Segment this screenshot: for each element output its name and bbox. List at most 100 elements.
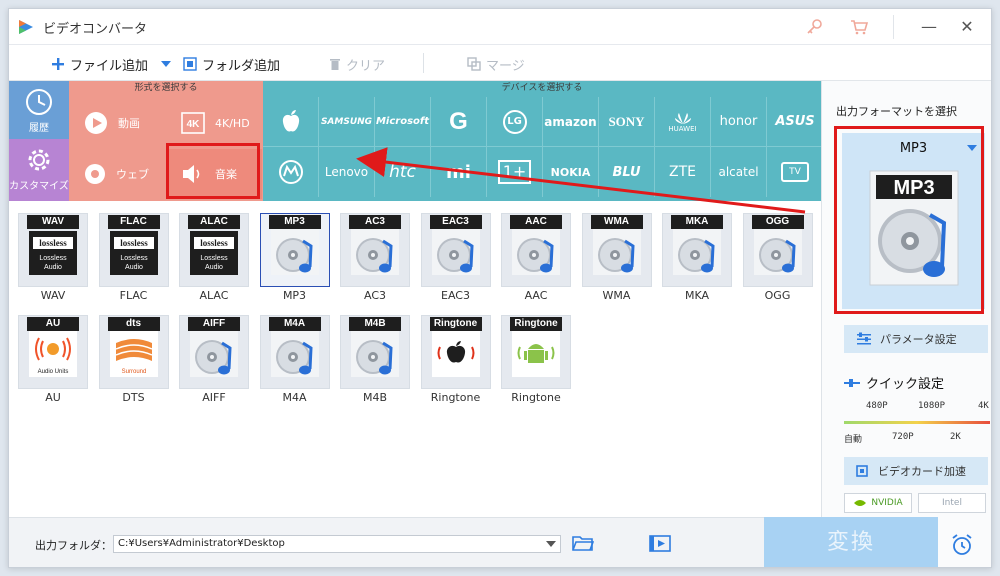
device-honor[interactable]: honor [711, 97, 767, 147]
format-badge: OGG [751, 215, 804, 229]
format-tile-m4b[interactable]: M4B M4B [339, 311, 411, 407]
app-title: ビデオコンバータ [43, 22, 148, 37]
device-header-label: デバイスを選択する [501, 83, 583, 93]
device-huawei[interactable]: HUAWEI [655, 97, 711, 147]
format-badge: M4B [349, 317, 401, 331]
cart-icon[interactable] [849, 17, 869, 37]
format-tile-m4a[interactable]: M4A M4A [259, 311, 331, 407]
device-apple[interactable] [263, 97, 319, 147]
tab-4k-hd[interactable]: 4K 4K/HD [169, 98, 262, 148]
clear-button[interactable]: クリア [329, 54, 385, 74]
device-sony[interactable]: SONY [599, 97, 655, 147]
format-caption: WMA [602, 289, 631, 302]
parameter-settings-label: パラメータ設定 [880, 333, 957, 346]
custom-button[interactable]: カスタマイズ [9, 139, 69, 201]
device-tv[interactable]: TV [767, 147, 823, 197]
device-microsoft[interactable]: Microsoft [375, 97, 431, 147]
output-folder-input[interactable]: C:¥Users¥Administrator¥Desktop [113, 535, 561, 553]
format-android-icon [510, 331, 562, 379]
huawei-icon [674, 112, 691, 124]
svg-text:Lossless: Lossless [200, 255, 228, 262]
format-tile-aac[interactable]: AAC AAC [500, 209, 572, 305]
device-motorola[interactable] [263, 147, 319, 197]
output-format-title: 出力フォーマットを選択 [836, 105, 957, 118]
device-lenovo[interactable]: Lenovo [319, 147, 375, 197]
svg-text:Audio: Audio [205, 264, 223, 271]
tab-web[interactable]: ウェブ [72, 149, 165, 199]
format-tile-wav[interactable]: WAV lossless Lossless Audio WAV [17, 209, 89, 305]
svg-text:Audio: Audio [125, 264, 143, 271]
tab-video[interactable]: 動画 [72, 98, 165, 148]
gpu-acceleration-button[interactable]: ビデオカード加速 [844, 457, 988, 485]
folder-open-icon[interactable] [572, 533, 594, 553]
device-amazon-label: amazon [544, 114, 597, 129]
device-htc[interactable]: htc [375, 147, 431, 197]
add-file-dropdown[interactable] [161, 54, 171, 74]
format-badge: M4A [268, 317, 321, 331]
add-folder-button[interactable]: フォルダ追加 [183, 54, 280, 74]
format-disc-icon [430, 229, 482, 277]
convert-button[interactable]: 変換 [764, 517, 938, 567]
merge-button[interactable]: マージ [467, 54, 525, 74]
format-tile-dts[interactable]: dts Surround DTS [98, 311, 170, 407]
format-badge: WAV [27, 215, 79, 229]
format-caption: FLAC [119, 289, 148, 302]
parameter-settings-button[interactable]: パラメータ設定 [844, 325, 988, 353]
slider-icon [844, 378, 860, 387]
format-tile-mp3[interactable]: MP3 MP3 [259, 209, 331, 305]
format-tile-ringtone[interactable]: Ringtone Ringtone [500, 311, 572, 407]
device-amazon[interactable]: amazon [543, 97, 599, 147]
format-tile-ac3[interactable]: AC3 AC3 [339, 209, 411, 305]
video-folder-icon[interactable] [649, 533, 671, 553]
toolbar: ファイル追加 フォルダ追加 クリア マージ [9, 45, 991, 81]
key-icon[interactable] [804, 17, 824, 37]
device-asus[interactable]: ASUS [767, 97, 823, 147]
intel-toggle[interactable]: Intel [918, 493, 986, 513]
quick-settings: クイック設定 [844, 373, 944, 392]
app-window: ビデオコンバータ — ✕ ファイル追加 フォルダ追加 クリア マージ 履歴 カス… [8, 8, 992, 568]
device-panel: デバイスを選択する SAMSUNG Microsoft G LG amazon … [263, 81, 823, 201]
format-tile-ogg[interactable]: OGG OGG [742, 209, 814, 305]
chevron-down-icon[interactable] [546, 541, 556, 547]
format-caption: MKA [684, 289, 710, 302]
format-tile-aiff[interactable]: AIFF AIFF [178, 311, 250, 407]
device-oneplus-label: 1+ [497, 160, 532, 184]
device-lg[interactable]: LG [487, 97, 543, 147]
device-google[interactable]: G [431, 97, 487, 147]
format-lossless-icon: lossless Lossless Audio [108, 229, 160, 277]
format-tile-mka[interactable]: MKA MKA [661, 209, 733, 305]
format-tile-au[interactable]: AU Audio Units AU [17, 311, 89, 407]
device-oneplus[interactable]: 1+ [487, 147, 543, 197]
device-alcatel[interactable]: alcatel [711, 147, 767, 197]
history-button[interactable]: 履歴 [9, 81, 69, 139]
device-mi[interactable]: mi [431, 147, 487, 197]
device-nokia[interactable]: NOKIA [543, 147, 599, 197]
history-label: 履歴 [29, 123, 49, 134]
device-blu[interactable]: BLU [599, 147, 655, 197]
format-tile-alac[interactable]: ALAC lossless Lossless Audio ALAC [178, 209, 250, 305]
convert-label: 変換 [826, 530, 875, 555]
format-tile-eac3[interactable]: EAC3 EAC3 [420, 209, 492, 305]
device-honor-label: honor [719, 114, 758, 129]
format-tile-flac[interactable]: FLAC lossless Lossless Audio FLAC [98, 209, 170, 305]
device-nokia-label: NOKIA [550, 165, 591, 179]
svg-text:lossless: lossless [200, 238, 228, 248]
format-caption: OGG [764, 289, 791, 302]
device-sony-label: SONY [608, 113, 645, 129]
nvidia-toggle[interactable]: NVIDIA [844, 493, 912, 513]
minimize-button[interactable]: — [914, 15, 944, 39]
format-caption: AAC [524, 289, 548, 302]
add-file-button[interactable]: ファイル追加 [51, 54, 148, 74]
close-button[interactable]: ✕ [952, 15, 982, 39]
quality-slider[interactable] [844, 421, 990, 424]
device-zte[interactable]: ZTE [655, 147, 711, 197]
format-lossless-icon: lossless Lossless Audio [27, 229, 79, 277]
format-tile-wma[interactable]: WMA WMA [581, 209, 653, 305]
format-badge: Ringtone [510, 317, 562, 331]
format-caption: MP3 [282, 289, 307, 302]
nvidia-eye-icon [854, 500, 867, 506]
alarm-clock-icon[interactable] [950, 533, 974, 557]
format-badge: MP3 [268, 215, 321, 229]
device-samsung[interactable]: SAMSUNG [319, 97, 375, 147]
format-tile-ringtone[interactable]: Ringtone Ringtone [420, 311, 492, 407]
